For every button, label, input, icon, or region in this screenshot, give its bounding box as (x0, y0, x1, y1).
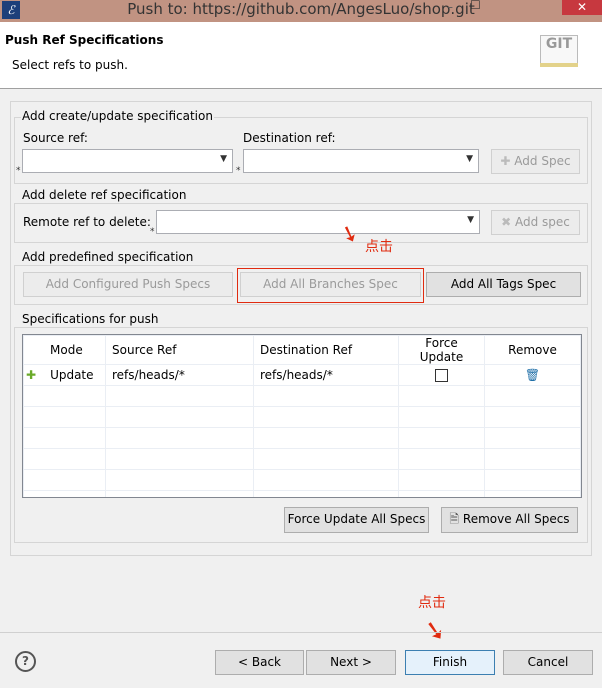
table-header: Mode Source Ref Destination Ref Force Up… (23, 335, 581, 365)
minimize-button[interactable]: – (447, 0, 453, 14)
table-row-empty (23, 385, 581, 407)
cancel-button[interactable]: Cancel (503, 650, 593, 675)
specs-table: Mode Source Ref Destination Ref Force Up… (22, 334, 582, 498)
destination-ref-label: Destination ref: (243, 131, 336, 145)
chevron-down-icon: ▼ (220, 154, 227, 164)
column-force-update[interactable]: Force Update (398, 335, 485, 365)
source-cell: refs/heads/* (105, 364, 254, 386)
table-row-empty (23, 406, 581, 428)
source-ref-combo[interactable]: ▼ (22, 149, 233, 173)
force-update-all-specs-button[interactable]: Force Update All Specs (284, 507, 429, 533)
specs-legend: Specifications for push (21, 312, 160, 326)
force-update-checkbox[interactable] (435, 369, 448, 382)
source-ref-label: Source ref: (23, 131, 88, 145)
annotation-arrow: ➘ (421, 614, 449, 648)
remote-ref-combo[interactable]: ▼ (156, 210, 480, 234)
back-button[interactable]: < Back (215, 650, 304, 675)
remote-ref-label: Remote ref to delete: (23, 215, 151, 229)
column-remove[interactable]: Remove (484, 335, 581, 365)
trash-icon[interactable]: 🗑 (525, 368, 540, 382)
required-marker: * (16, 166, 21, 176)
finish-button[interactable]: Finish (405, 650, 495, 675)
maximize-button[interactable]: ☐ (470, 0, 481, 12)
destination-ref-combo[interactable]: ▼ (243, 149, 479, 173)
table-row-empty (23, 448, 581, 470)
chevron-down-icon: ▼ (466, 154, 473, 164)
page-subtitle: Select refs to push. (12, 58, 128, 72)
delete-icon: ✖ (501, 215, 515, 229)
required-marker: * (236, 166, 241, 176)
column-mode[interactable]: Mode (23, 335, 106, 365)
add-configured-push-specs-button[interactable]: Add Configured Push Specs (23, 272, 233, 297)
table-row[interactable]: ✚ Update refs/heads/* refs/heads/* 🗑 (23, 364, 581, 386)
footer-divider (0, 632, 602, 633)
destination-cell: refs/heads/* (253, 364, 399, 386)
delete-legend: Add delete ref specification (21, 188, 188, 202)
create-legend: Add create/update specification (21, 109, 214, 123)
column-destination-ref[interactable]: Destination Ref (253, 335, 399, 365)
page-title: Push Ref Specifications (5, 33, 164, 47)
annotation-text: 点击 (418, 595, 446, 611)
add-delete-spec-button[interactable]: ✖ Add spec (491, 210, 580, 235)
table-row-empty (23, 427, 581, 449)
git-logo-bar (540, 63, 578, 67)
add-all-tags-spec-button[interactable]: Add All Tags Spec (426, 272, 581, 297)
plus-icon: ✚ (500, 154, 515, 168)
add-all-branches-spec-button[interactable]: Add All Branches Spec (240, 272, 421, 297)
chevron-down-icon: ▼ (467, 215, 474, 225)
add-spec-button[interactable]: ✚ Add Spec (491, 149, 580, 174)
help-icon[interactable]: ? (15, 651, 36, 672)
close-button[interactable]: ✕ (562, 0, 602, 15)
window-title: Push to: https://github.com/AngesLuo/sho… (127, 0, 475, 18)
predefined-legend: Add predefined specification (21, 250, 195, 264)
remove-all-icon: 🗎 (449, 512, 463, 526)
next-button[interactable]: Next > (306, 650, 396, 675)
plus-icon: ✚ (26, 368, 37, 382)
mode-cell: Update (50, 368, 94, 382)
required-marker: * (150, 227, 155, 237)
column-source-ref[interactable]: Source Ref (105, 335, 254, 365)
table-row-empty (23, 469, 581, 491)
annotation-text: 点击 (365, 239, 393, 255)
remove-all-specs-button[interactable]: 🗎 Remove All Specs (441, 507, 578, 533)
table-row-empty (23, 490, 581, 497)
